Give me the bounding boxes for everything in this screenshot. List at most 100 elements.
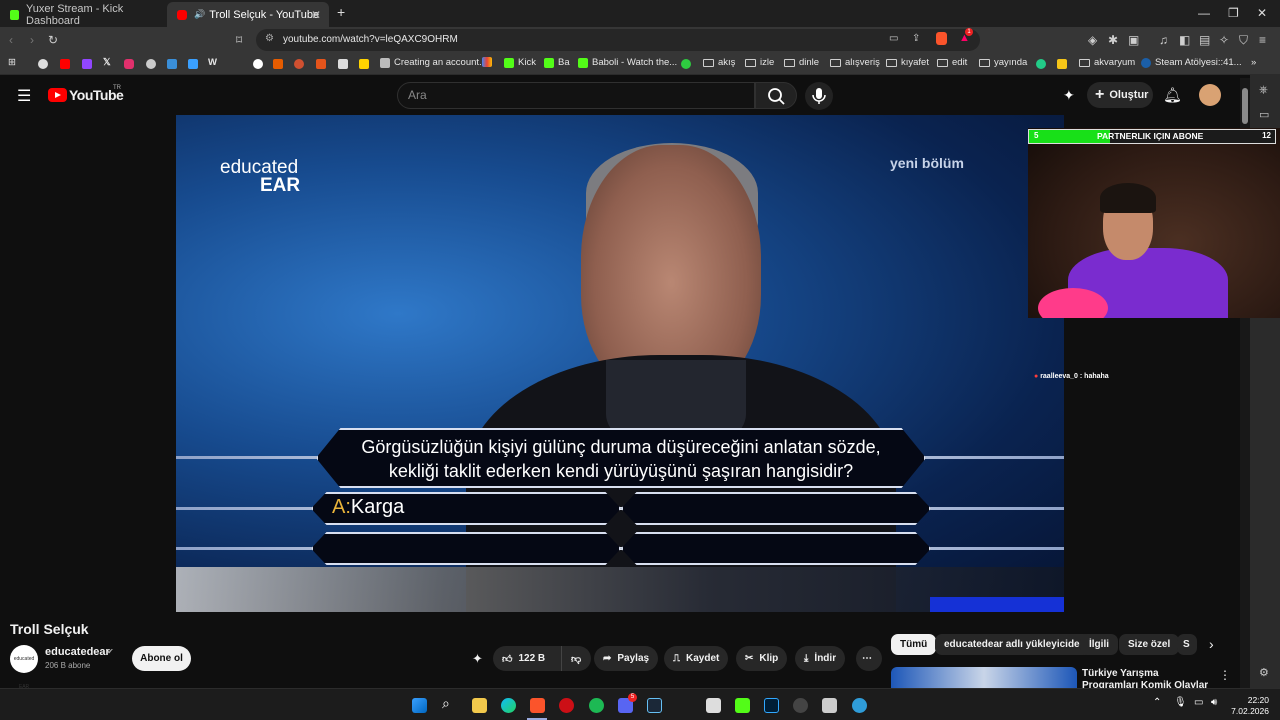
bookmark-icon-gold[interactable] bbox=[1057, 59, 1067, 69]
twitch-icon[interactable] bbox=[82, 59, 92, 69]
clip-button[interactable]: ✂ Klip bbox=[736, 646, 788, 671]
google-icon[interactable] bbox=[38, 59, 48, 69]
brave-shield-icon[interactable] bbox=[936, 32, 947, 45]
close-window-icon[interactable]: ✕ bbox=[1257, 6, 1267, 20]
close-tab-icon[interactable]: ✕ bbox=[311, 8, 321, 22]
voice-search-button[interactable] bbox=[805, 82, 833, 110]
new-tab-button[interactable]: + bbox=[337, 4, 345, 20]
taskbar-clock[interactable]: 22:20 7.02.2026 bbox=[1231, 695, 1269, 717]
bookmark-icon-grey[interactable] bbox=[338, 59, 348, 69]
tab-youtube[interactable]: 🔊 Troll Selçuk - YouTube ✕ bbox=[167, 2, 329, 27]
app-icon-grey[interactable] bbox=[706, 698, 721, 713]
start-icon[interactable] bbox=[412, 698, 427, 713]
extensions-icon[interactable]: ✱ bbox=[1108, 33, 1118, 47]
share-button[interactable]: ➦ Paylaş bbox=[594, 646, 659, 671]
bookmark-icon-red-circle[interactable] bbox=[294, 59, 304, 69]
bookmark-folder-akis[interactable]: akış bbox=[703, 57, 735, 68]
bookmark-kick[interactable]: Kick bbox=[504, 57, 536, 68]
related-video-title[interactable]: Türkiye Yarışma Programları Komik Olayla… bbox=[1082, 668, 1212, 688]
menu-icon[interactable]: ≡ bbox=[1259, 33, 1266, 47]
search-button[interactable] bbox=[755, 82, 797, 109]
app-icon-blue[interactable] bbox=[852, 698, 867, 713]
bookmark-icon-yellow[interactable] bbox=[359, 59, 369, 69]
share-page-icon[interactable]: ⇪ bbox=[912, 33, 920, 44]
network-icon[interactable]: ▭ bbox=[1194, 697, 1203, 708]
guide-menu-icon[interactable]: ☰ bbox=[17, 86, 31, 106]
media-icon[interactable]: ♫ bbox=[1159, 33, 1168, 47]
bookmark-icon-m[interactable] bbox=[316, 59, 326, 69]
video-player[interactable]: educated EAR yeni bölüm Görgüsüzlüğün ki… bbox=[176, 115, 1064, 612]
tab-kick-dashboard[interactable]: Yuxer Stream - Kick Dashboard bbox=[0, 2, 165, 27]
thanks-icon[interactable]: ✦ bbox=[472, 651, 483, 667]
bookmark-icon-cloud[interactable] bbox=[167, 59, 177, 69]
bookmark-baboli[interactable]: Baboli - Watch the... bbox=[578, 57, 677, 68]
apps-icon[interactable]: ⊞ bbox=[8, 57, 16, 68]
bookmark-icon-blue[interactable] bbox=[188, 59, 198, 69]
site-info-icon[interactable]: ⚙ bbox=[265, 33, 274, 44]
youtube-bookmark-icon[interactable] bbox=[60, 59, 70, 69]
chip-for-you[interactable]: Size özel bbox=[1119, 634, 1180, 655]
dislike-button[interactable]: 👎︎ bbox=[561, 646, 591, 671]
bookmark-icon-teal[interactable] bbox=[1036, 59, 1046, 69]
github-icon[interactable] bbox=[146, 59, 156, 69]
screenshot-icon[interactable]: ▣ bbox=[1128, 33, 1139, 47]
subscribe-button[interactable]: Abone ol bbox=[132, 646, 191, 671]
channel-avatar[interactable]: educated EAR bbox=[10, 645, 38, 690]
address-bar[interactable]: ⚙ youtube.com/watch?v=leQAXC9OHRM ▭ ⇪ ▲ … bbox=[256, 28, 980, 51]
bookmark-folder-akvaryum[interactable]: akvaryum bbox=[1079, 57, 1135, 68]
side-panel-icon-1[interactable]: ⎈ bbox=[1259, 84, 1268, 97]
download-button[interactable]: ⤓ İndir bbox=[795, 646, 846, 671]
bookmark-icon-orange[interactable] bbox=[273, 59, 283, 69]
sponsor-gift-icon[interactable]: ✦ bbox=[1063, 87, 1075, 104]
bookmark-folder-kiyafet[interactable]: kıyafet bbox=[886, 57, 929, 68]
kick-taskbar-icon[interactable] bbox=[735, 698, 750, 713]
x-icon[interactable]: 𝕏 bbox=[103, 57, 111, 68]
save-button[interactable]: ⎍ Kaydet bbox=[664, 646, 729, 671]
spotify-icon[interactable] bbox=[589, 698, 604, 713]
related-video-menu-icon[interactable]: ⋮ bbox=[1219, 668, 1231, 682]
more-bookmarks-icon[interactable]: » bbox=[1251, 57, 1256, 68]
vpn-icon[interactable]: ◈ bbox=[1088, 33, 1097, 47]
related-video-thumbnail[interactable] bbox=[891, 667, 1077, 688]
photoshop-icon[interactable] bbox=[764, 698, 779, 713]
forward-icon[interactable]: › bbox=[30, 33, 34, 47]
account-avatar[interactable] bbox=[1199, 84, 1221, 106]
side-panel-icon-2[interactable]: ▭ bbox=[1259, 108, 1269, 121]
side-panel-settings-icon[interactable]: ⚙ bbox=[1259, 666, 1269, 679]
bookmark-icon-green[interactable] bbox=[681, 59, 691, 69]
chip-more[interactable]: S bbox=[1177, 634, 1197, 655]
file-explorer-icon[interactable] bbox=[472, 698, 487, 713]
restore-icon[interactable]: ❐ bbox=[1228, 6, 1239, 20]
app-icon-window[interactable] bbox=[822, 698, 837, 713]
youtube-logo-icon[interactable] bbox=[48, 88, 67, 102]
reload-icon[interactable]: ↻ bbox=[48, 33, 58, 47]
notifications-bell-icon[interactable]: 🔔︎ bbox=[1163, 86, 1182, 104]
url-text[interactable]: youtube.com/watch?v=leQAXC9OHRM bbox=[283, 34, 458, 45]
shield-icon[interactable]: ⛉ bbox=[1239, 33, 1248, 47]
bookmark-folder-yayinda[interactable]: yayında bbox=[979, 57, 1027, 68]
more-actions-button[interactable]: ⋯ bbox=[856, 646, 882, 671]
bookmark-multicolor[interactable] bbox=[482, 57, 496, 67]
cast-icon[interactable]: ▭ bbox=[889, 33, 898, 44]
chip-related[interactable]: İlgili bbox=[1080, 634, 1118, 655]
taskbar-search-icon[interactable]: ⌕ bbox=[442, 695, 450, 712]
bookmark-folder-edit[interactable]: edit bbox=[937, 57, 967, 68]
leo-icon[interactable]: ✧ bbox=[1219, 33, 1229, 47]
sidebar-icon[interactable]: ◧ bbox=[1179, 33, 1190, 47]
steam-taskbar-icon[interactable] bbox=[647, 698, 662, 713]
bookmark-icon-w[interactable]: W bbox=[208, 57, 217, 68]
volume-icon[interactable]: 🔊︎ bbox=[1211, 697, 1217, 708]
chip-from-uploader[interactable]: educatedear adlı yükleyiciden bbox=[935, 634, 1095, 655]
search-input[interactable]: Ara bbox=[397, 82, 755, 109]
bookmark-ba[interactable]: Ba bbox=[544, 57, 570, 68]
back-icon[interactable]: ‹ bbox=[9, 33, 13, 47]
chips-next-icon[interactable]: › bbox=[1209, 636, 1214, 652]
create-button[interactable]: + Oluştur bbox=[1087, 82, 1153, 108]
instagram-icon[interactable] bbox=[124, 59, 134, 69]
bookmark-folder-izle[interactable]: izle bbox=[745, 57, 774, 68]
wallet-icon[interactable]: ▤ bbox=[1199, 33, 1210, 47]
minimize-icon[interactable]: — bbox=[1198, 6, 1210, 20]
like-button[interactable]: 👍︎ 122 B bbox=[493, 646, 561, 671]
brave-taskbar-icon[interactable] bbox=[530, 698, 545, 713]
edge-icon[interactable] bbox=[501, 698, 516, 713]
